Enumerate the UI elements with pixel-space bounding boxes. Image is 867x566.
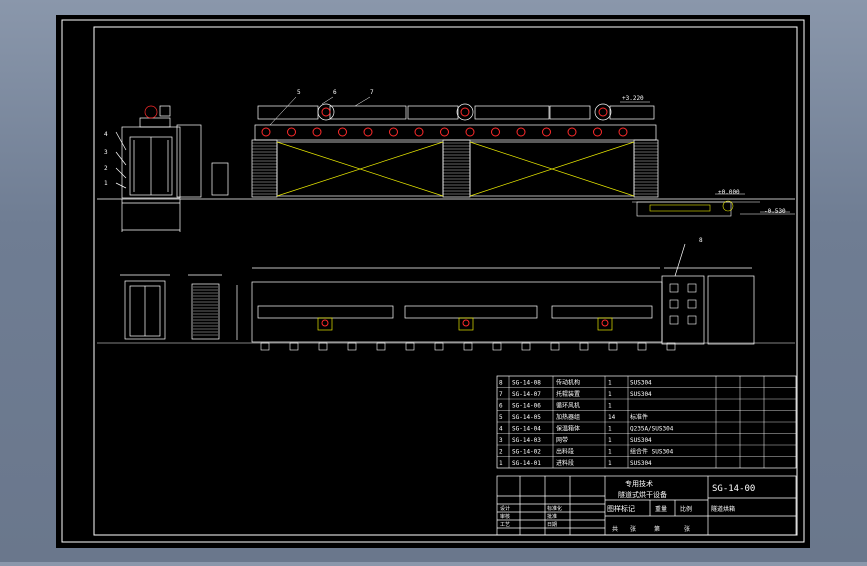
parts-cell: 1: [608, 379, 612, 386]
elevation-top: +3.220: [622, 95, 644, 102]
parts-cell: 4: [499, 425, 503, 432]
parts-cell: 进料段: [556, 459, 574, 467]
callout-8: 8: [699, 237, 703, 244]
signoff-standard: 标准化: [547, 505, 562, 512]
parts-cell: SG-14-02: [512, 448, 541, 455]
parts-cell: 标准件: [630, 413, 648, 421]
elevation-pit: -0.530: [764, 208, 786, 215]
callout-5: 5: [297, 89, 301, 96]
company-label: 隧道烘箱: [711, 505, 735, 513]
title-line-2: 隧道式烘干设备: [618, 490, 667, 499]
parts-cell: SUS304: [630, 460, 652, 467]
parts-cell: 1: [608, 448, 612, 455]
cad-drawing-sheet: 4 3 2 1 5 6 7 +3.220 ±0.000 -0.530 8 8 S…: [56, 15, 810, 548]
callout-2: 2: [104, 165, 108, 172]
signoff-review: 审核: [500, 513, 510, 520]
parts-cell: 加热器组: [556, 413, 580, 421]
parts-cell: 循环风机: [556, 401, 580, 409]
parts-cell: SG-14-03: [512, 437, 541, 444]
cad-viewport[interactable]: 4 3 2 1 5 6 7 +3.220 ±0.000 -0.530 8 8 S…: [0, 0, 867, 562]
sheet-of: 张: [630, 525, 636, 533]
drawing-number: SG-14-00: [712, 484, 755, 494]
parts-cell: 组合件 SUS304: [630, 447, 674, 455]
parts-cell: 8: [499, 379, 503, 386]
sheet-no-label: 第: [654, 525, 660, 533]
parts-cell: SG-14-08: [512, 379, 541, 386]
parts-cell: 1: [608, 425, 612, 432]
scale-label: 比例: [680, 505, 692, 513]
callout-4: 4: [104, 131, 108, 138]
callout-7: 7: [370, 89, 374, 96]
parts-cell: SUS304: [630, 437, 652, 444]
parts-cell: 传动机构: [556, 378, 580, 386]
stage-label: 图样标记: [607, 504, 635, 513]
signoff-approve: 批准: [547, 513, 557, 520]
parts-cell: 3: [499, 437, 503, 444]
parts-cell: 出料段: [556, 447, 574, 455]
parts-cell: 保温箱体: [556, 424, 580, 432]
parts-cell: 1: [608, 391, 612, 398]
sheet-label: 共: [612, 525, 618, 533]
page-label: 张: [684, 525, 690, 533]
parts-cell: Q235A/SUS304: [630, 425, 674, 432]
parts-cell: SUS304: [630, 379, 652, 386]
parts-cell: 1: [608, 460, 612, 467]
parts-cell: 1: [499, 460, 503, 467]
parts-cell: 托辊装置: [556, 390, 580, 398]
parts-cell: 1: [608, 437, 612, 444]
signoff-design: 设计: [500, 505, 510, 512]
parts-cell: SG-14-04: [512, 425, 541, 432]
signoff-date: 日期: [547, 522, 557, 528]
parts-cell: 5: [499, 414, 503, 421]
title-line-1: 专用技术: [625, 479, 653, 488]
callout-3: 3: [104, 149, 108, 156]
parts-cell: SG-14-06: [512, 402, 541, 409]
parts-cell: 7: [499, 391, 503, 398]
signoff-process: 工艺: [500, 522, 510, 528]
parts-row: 7 SG-14-07 托辊装置 1 SUS304: [499, 390, 652, 398]
callout-1: 1: [104, 180, 108, 187]
parts-cell: 网带: [556, 436, 568, 444]
parts-cell: 2: [499, 448, 503, 455]
parts-cell: SUS304: [630, 391, 652, 398]
weight-label: 重量: [655, 505, 667, 513]
parts-cell: SG-14-07: [512, 391, 541, 398]
parts-cell: 14: [608, 414, 616, 421]
callout-6: 6: [333, 89, 337, 96]
parts-cell: 1: [608, 402, 612, 409]
elevation-base: ±0.000: [718, 189, 740, 196]
parts-row: 8 SG-14-08 传动机构 1 SUS304: [499, 378, 652, 386]
parts-cell: 6: [499, 402, 503, 409]
parts-cell: SG-14-05: [512, 414, 541, 421]
parts-cell: SG-14-01: [512, 460, 541, 467]
